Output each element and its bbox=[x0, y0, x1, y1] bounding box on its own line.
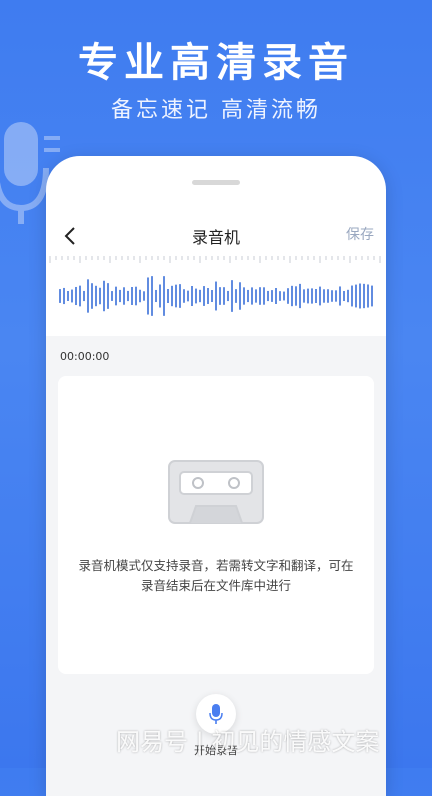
page-title: 录音机 bbox=[191, 228, 240, 247]
info-text: 录音机模式仅支持录音，若需转文字和翻译，可在录音结束后在文件库中进行 bbox=[78, 558, 354, 593]
nav-bar: 录音机 保存 bbox=[46, 218, 386, 254]
waveform bbox=[49, 256, 381, 316]
phone-frame: 录音机 保存 00:00:00 录音机模式仅支持录音，若需转文字和翻译，可在录音… bbox=[46, 156, 386, 796]
promo-subtitle: 备忘速记 高清流畅 bbox=[111, 98, 321, 123]
info-card: 录音机模式仅支持录音，若需转文字和翻译，可在录音结束后在文件库中进行 bbox=[58, 376, 374, 674]
watermark: 网易号 | 初见的情感文案 bbox=[116, 728, 380, 756]
promo-title: 专业高清录音 bbox=[78, 40, 354, 86]
cassette-icon bbox=[168, 460, 264, 524]
phone-notch bbox=[192, 180, 240, 185]
recording-timer: 00:00:00 bbox=[60, 350, 110, 363]
save-button[interactable]: 保存 bbox=[346, 224, 374, 244]
